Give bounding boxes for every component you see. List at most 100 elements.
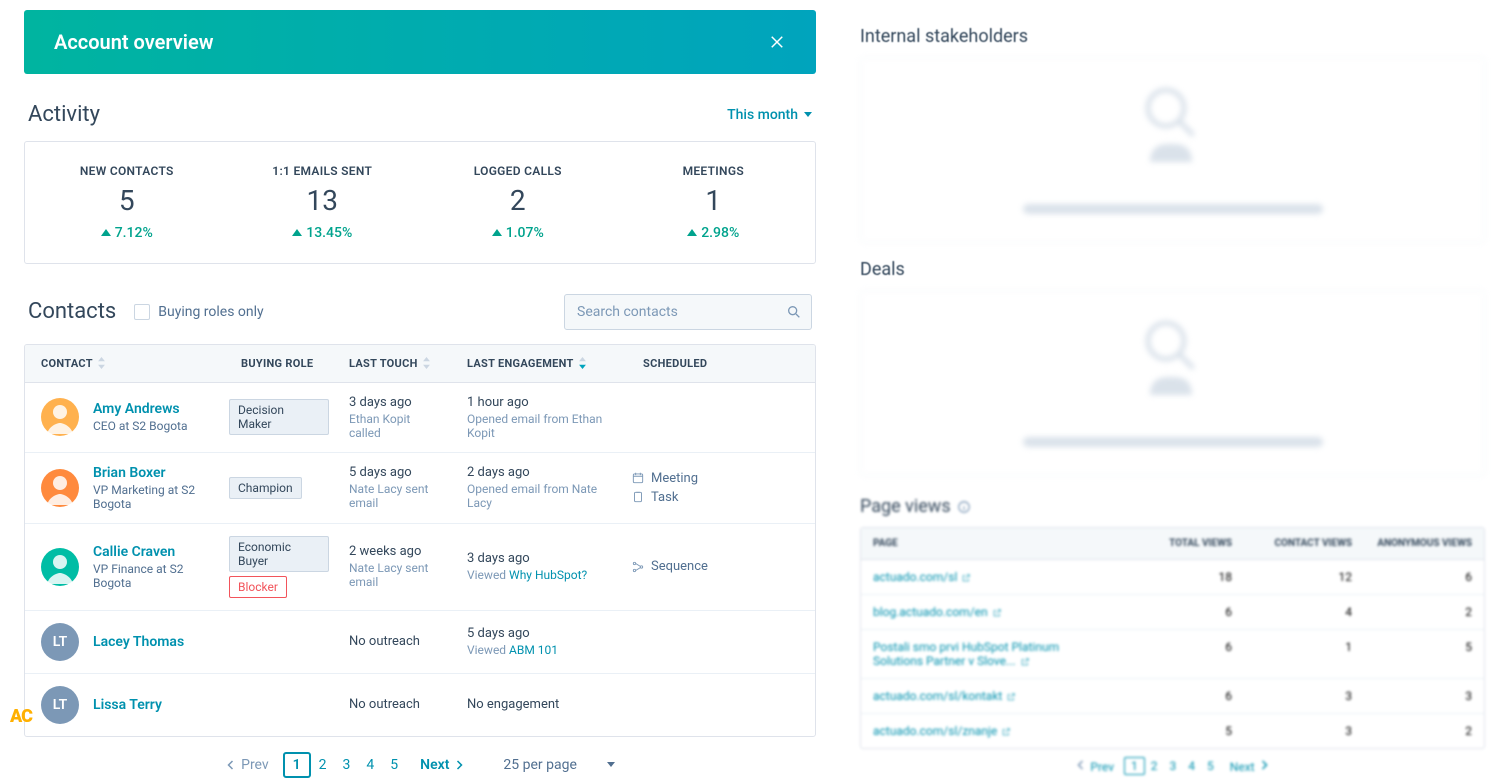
last-engagement-time: 2 days ago bbox=[467, 465, 611, 480]
column-header-last-touch[interactable]: LAST TOUCH bbox=[333, 357, 451, 370]
page-views-pagination: Prev 12345 Next bbox=[860, 759, 1485, 774]
pv-pager-prev[interactable]: Prev bbox=[1075, 759, 1114, 774]
last-engagement-time: No engagement bbox=[467, 697, 611, 712]
avatar[interactable]: LT bbox=[41, 623, 79, 661]
buying-role-chip: Blocker bbox=[229, 576, 287, 598]
search-input[interactable] bbox=[564, 294, 812, 330]
page-link[interactable]: Postali smo prvi HubSpot Platinum Soluti… bbox=[873, 640, 1059, 668]
checkbox-label: Buying roles only bbox=[158, 304, 263, 320]
pager-page[interactable]: 2 bbox=[1145, 758, 1164, 774]
external-link-icon bbox=[1001, 727, 1011, 737]
anon-views-cell: 3 bbox=[1364, 679, 1484, 713]
contact-title: CEO at S2 Bogota bbox=[93, 419, 188, 433]
stakeholders-empty-card bbox=[860, 57, 1485, 243]
pager-page[interactable]: 1 bbox=[283, 752, 311, 778]
pager-prev[interactable]: Prev bbox=[225, 757, 269, 773]
scheduled-item: Sequence bbox=[631, 559, 733, 574]
contact-name-link[interactable]: Lissa Terry bbox=[93, 697, 162, 713]
contact-name-link[interactable]: Amy Andrews bbox=[93, 401, 188, 417]
column-header-buying-role[interactable]: BUYING ROLE bbox=[225, 357, 333, 370]
metric-label: NEW CONTACTS bbox=[29, 164, 225, 178]
metric-delta: 2.98% bbox=[687, 225, 739, 241]
buying-roles-only-checkbox[interactable]: Buying roles only bbox=[134, 304, 263, 320]
metric-value: 1 bbox=[616, 184, 812, 217]
last-touch-detail: Ethan Kopit called bbox=[349, 412, 435, 440]
metric-value: 2 bbox=[420, 184, 616, 217]
last-engagement-time: 3 days ago bbox=[467, 551, 611, 566]
calendar-icon bbox=[631, 471, 645, 485]
pager-page[interactable]: 5 bbox=[1201, 758, 1220, 774]
column-header-total-views[interactable]: TOTAL VIEWS bbox=[1124, 528, 1244, 559]
trend-up-icon bbox=[101, 229, 111, 236]
last-touch-time: 2 weeks ago bbox=[349, 544, 435, 559]
pager-page[interactable]: 5 bbox=[382, 754, 406, 776]
activity-metric: 1:1 EMAILS SENT 13 13.45% bbox=[225, 164, 421, 241]
avatar[interactable] bbox=[41, 548, 79, 586]
column-header-scheduled[interactable]: SCHEDULED bbox=[627, 357, 737, 370]
contact-views-cell: 4 bbox=[1244, 595, 1364, 629]
trend-up-icon bbox=[687, 229, 697, 236]
engagement-link[interactable]: Why HubSpot? bbox=[509, 568, 587, 582]
column-header-contact-views[interactable]: CONTACT VIEWS bbox=[1244, 528, 1364, 559]
pager-page[interactable]: 3 bbox=[335, 754, 359, 776]
engagement-detail: Viewed ABM 101 bbox=[467, 643, 611, 657]
column-header-page[interactable]: PAGE bbox=[861, 528, 1124, 559]
avatar[interactable] bbox=[41, 398, 79, 436]
contact-views-cell: 3 bbox=[1244, 714, 1364, 748]
last-touch-time: 3 days ago bbox=[349, 395, 435, 410]
contact-title: VP Marketing at S2 Bogota bbox=[93, 483, 209, 511]
contact-name-link[interactable]: Lacey Thomas bbox=[93, 634, 184, 650]
activity-header-row: Activity This month bbox=[24, 102, 816, 127]
sequence-icon bbox=[631, 560, 645, 574]
pager-page[interactable]: 3 bbox=[1164, 758, 1183, 774]
trend-up-icon bbox=[292, 229, 302, 236]
engagement-detail: Opened email from Nate Lacy bbox=[467, 482, 611, 510]
metric-delta: 7.12% bbox=[101, 225, 153, 241]
column-header-last-engagement[interactable]: LAST ENGAGEMENT bbox=[451, 357, 627, 370]
table-row: blog.actuado.com/en 6 4 2 bbox=[861, 595, 1484, 630]
page-views-heading: Page views bbox=[860, 496, 951, 517]
scheduled-item: Meeting bbox=[631, 471, 733, 486]
last-touch-time: No outreach bbox=[349, 697, 435, 712]
pager-page[interactable]: 4 bbox=[358, 754, 382, 776]
column-header-contact[interactable]: CONTACT bbox=[25, 357, 225, 370]
page-link[interactable]: blog.actuado.com/en bbox=[873, 605, 1002, 619]
last-touch-detail: Nate Lacy sent email bbox=[349, 482, 435, 510]
total-views-cell: 6 bbox=[1124, 630, 1244, 678]
metric-delta: 13.45% bbox=[292, 225, 352, 241]
page-link[interactable]: actuado.com/sl/kontakt bbox=[873, 689, 1016, 703]
time-range-filter[interactable]: This month bbox=[727, 107, 812, 123]
deals-empty-card bbox=[860, 290, 1485, 476]
column-header-anonymous-views[interactable]: ANONYMOUS VIEWS bbox=[1364, 528, 1484, 559]
contact-name-link[interactable]: Brian Boxer bbox=[93, 465, 209, 481]
engagement-detail: Viewed Why HubSpot? bbox=[467, 568, 611, 582]
pager-next[interactable]: Next bbox=[420, 757, 465, 773]
sort-icon bbox=[422, 357, 431, 369]
contacts-table: CONTACT BUYING ROLE LAST TOUCH LAST ENGA… bbox=[24, 344, 816, 737]
search-contacts-field[interactable] bbox=[564, 294, 812, 330]
account-overview-panel: Account overview Activity This month NEW… bbox=[0, 0, 830, 735]
last-touch-detail: Nate Lacy sent email bbox=[349, 561, 435, 589]
contact-title: VP Finance at S2 Bogota bbox=[93, 562, 209, 590]
engagement-link[interactable]: ABM 101 bbox=[509, 643, 558, 657]
avatar[interactable] bbox=[41, 469, 79, 507]
external-link-icon bbox=[1006, 692, 1016, 702]
search-icon bbox=[786, 304, 802, 320]
contact-name-link[interactable]: Callie Craven bbox=[93, 544, 209, 560]
per-page-select[interactable]: 25 per page bbox=[503, 757, 614, 773]
page-link[interactable]: actuado.com/sl bbox=[873, 570, 971, 584]
close-icon[interactable] bbox=[768, 33, 786, 51]
avatar[interactable]: LT bbox=[41, 686, 79, 724]
pv-pager-next[interactable]: Next bbox=[1230, 759, 1270, 774]
page-link[interactable]: actuado.com/sl/znanje bbox=[873, 724, 1011, 738]
pager-page[interactable]: 1 bbox=[1124, 757, 1145, 775]
page-views-table-header: PAGE TOTAL VIEWS CONTACT VIEWS ANONYMOUS… bbox=[861, 528, 1484, 560]
activity-metric: LOGGED CALLS 2 1.07% bbox=[420, 164, 616, 241]
panel-header: Account overview bbox=[24, 10, 816, 74]
info-icon[interactable] bbox=[957, 500, 971, 514]
pager-page[interactable]: 4 bbox=[1182, 758, 1201, 774]
pager-page[interactable]: 2 bbox=[311, 754, 335, 776]
activity-metric: MEETINGS 1 2.98% bbox=[616, 164, 812, 241]
page-views-table: PAGE TOTAL VIEWS CONTACT VIEWS ANONYMOUS… bbox=[860, 527, 1485, 749]
sort-down-icon bbox=[578, 357, 587, 369]
